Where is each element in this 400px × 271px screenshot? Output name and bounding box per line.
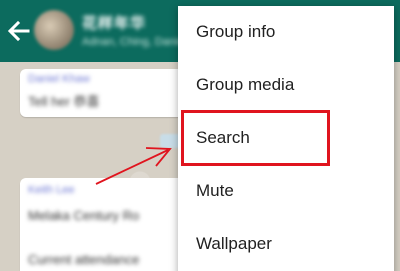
- message-sender: Daniel Khaw: [28, 73, 90, 85]
- message-text: Melaka Century Ro: [28, 208, 140, 223]
- menu-item-mute[interactable]: Mute: [178, 165, 394, 217]
- menu-item-group-media[interactable]: Group media: [178, 59, 394, 111]
- message-text: Tell her 恭喜: [28, 94, 100, 109]
- group-avatar[interactable]: [34, 10, 74, 50]
- menu-item-wallpaper[interactable]: Wallpaper: [178, 218, 394, 270]
- message-sender: Keith Lee: [28, 184, 75, 196]
- chat-title[interactable]: 花样年华: [82, 12, 146, 33]
- arrow-left-icon[interactable]: [6, 16, 32, 46]
- menu-item-group-info[interactable]: Group info: [178, 6, 394, 58]
- search-highlight-box: [181, 110, 330, 166]
- red-pointer-arrow-icon: [95, 147, 172, 185]
- message-text-extra: Current attendance: [28, 252, 140, 267]
